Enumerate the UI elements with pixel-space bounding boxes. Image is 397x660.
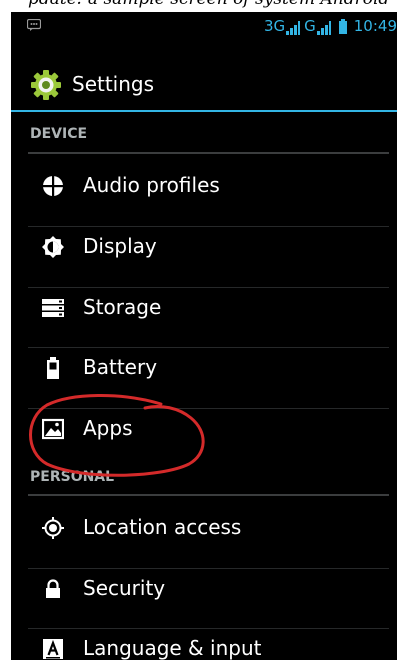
settings-gear-icon[interactable] xyxy=(31,70,61,100)
network-g: G xyxy=(304,17,331,35)
item-label: Battery xyxy=(83,355,158,379)
battery-status-icon xyxy=(338,18,347,34)
item-label: Location access xyxy=(83,515,242,539)
settings-item-battery[interactable]: Battery xyxy=(28,339,389,397)
settings-item-language-input[interactable]: Language & input xyxy=(28,620,389,660)
signal-bars-icon xyxy=(316,21,331,35)
settings-item-storage[interactable]: Storage xyxy=(28,279,389,337)
section-header-device: DEVICE xyxy=(30,126,88,142)
page-title: Settings xyxy=(72,72,155,96)
location-icon xyxy=(42,517,64,539)
storage-icon xyxy=(42,299,64,317)
battery-icon xyxy=(47,357,59,379)
action-bar-underline xyxy=(11,110,397,112)
caption-text: pdate: a sample screen of system Android xyxy=(28,0,389,9)
item-label: Apps xyxy=(83,416,133,440)
item-label: Display xyxy=(83,234,157,258)
settings-item-apps[interactable]: Apps xyxy=(28,400,389,458)
caption-strip: pdate: a sample screen of system Android xyxy=(0,0,397,12)
settings-item-location-access[interactable]: Location access xyxy=(28,499,389,557)
settings-item-audio-profiles[interactable]: Audio profiles xyxy=(28,157,389,215)
status-indicators: 3G G 10:49 xyxy=(264,16,397,36)
section-rule xyxy=(28,494,389,496)
section-rule xyxy=(28,152,389,154)
status-bar: 3G G 10:49 xyxy=(11,12,397,40)
apps-icon xyxy=(42,418,64,440)
audio-profiles-icon xyxy=(42,175,64,197)
display-icon xyxy=(42,236,64,258)
chat-notification-icon xyxy=(27,19,41,31)
network-secondary-label: G xyxy=(304,17,316,35)
lock-icon xyxy=(46,579,60,598)
section-header-personal: PERSONAL xyxy=(30,469,115,485)
signal-bars-icon xyxy=(286,21,301,35)
phone-screen: 3G G 10:49 Settings DEVICE Audio profile… xyxy=(11,12,397,660)
action-bar: Settings xyxy=(11,40,397,110)
item-label: Storage xyxy=(83,295,162,319)
language-icon xyxy=(43,639,63,659)
item-label: Audio profiles xyxy=(83,173,220,197)
network-3g: 3G xyxy=(263,17,301,35)
network-primary-label: 3G xyxy=(263,17,286,35)
settings-item-display[interactable]: Display xyxy=(28,218,389,276)
clock: 10:49 xyxy=(353,17,397,35)
item-label: Language & input xyxy=(83,636,262,660)
settings-item-security[interactable]: Security xyxy=(28,560,389,618)
item-label: Security xyxy=(83,576,166,600)
